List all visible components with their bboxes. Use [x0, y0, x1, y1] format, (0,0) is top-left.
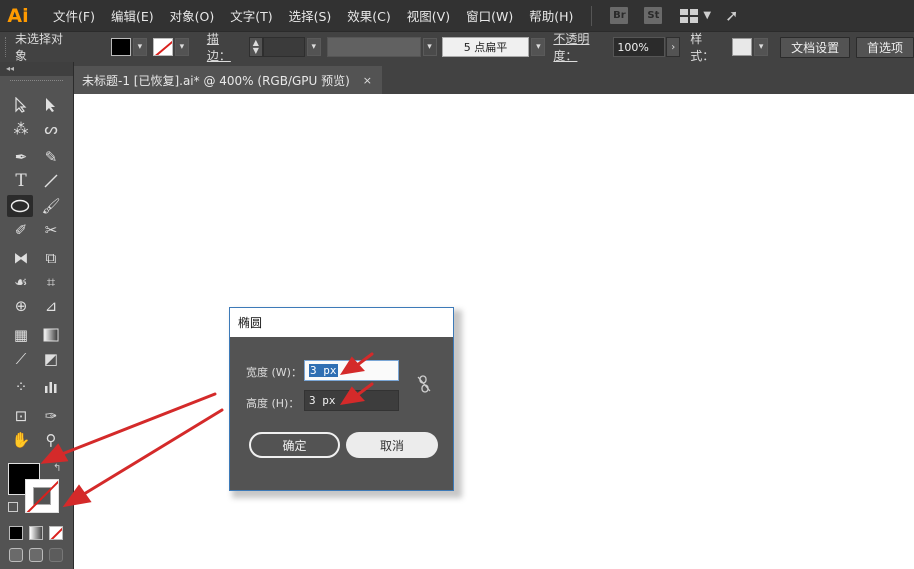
- draw-behind-icon[interactable]: [29, 548, 43, 562]
- stroke-color-swatch[interactable]: [152, 38, 173, 56]
- height-label: 高度 (H)：: [246, 397, 300, 410]
- default-colors-icon[interactable]: [8, 502, 18, 512]
- warp-tool-icon[interactable]: ☙: [8, 271, 34, 293]
- chevron-down-icon[interactable]: ▾: [754, 38, 769, 56]
- document-tab[interactable]: 未标题-1 [已恢复].ai* @ 400% (RGB/GPU 预览) ×: [74, 66, 382, 94]
- direct-selection-tool-icon[interactable]: [38, 94, 64, 116]
- curvature-tool-icon[interactable]: ✎: [38, 146, 64, 168]
- graphic-style-swatch[interactable]: [732, 38, 753, 56]
- document-tab-title: 未标题-1 [已恢复].ai* @ 400% (RGB/GPU 预览): [82, 73, 350, 88]
- constrain-link-icon[interactable]: [416, 374, 432, 394]
- menu-effect[interactable]: 效果(C): [339, 6, 398, 25]
- collapse-panel-icon[interactable]: ◂◂: [0, 62, 73, 76]
- scissors-icon[interactable]: ✂: [38, 219, 64, 241]
- color-mode-icon[interactable]: [9, 526, 23, 540]
- shaper-tool-icon[interactable]: ✐: [8, 219, 34, 241]
- line-tool-icon[interactable]: [38, 170, 64, 192]
- menu-select[interactable]: 选择(S): [281, 6, 340, 25]
- artboard-canvas[interactable]: [74, 94, 914, 569]
- stroke-weight-input[interactable]: [262, 37, 305, 57]
- stock-button[interactable]: St: [644, 7, 663, 24]
- ellipse-tool-icon[interactable]: [7, 195, 33, 217]
- menu-type[interactable]: 文字(T): [222, 6, 280, 25]
- menu-edit[interactable]: 编辑(E): [103, 6, 162, 25]
- menu-separator: [591, 5, 593, 26]
- menu-bar: Ai 文件(F) 编辑(E) 对象(O) 文字(T) 选择(S) 效果(C) 视…: [0, 0, 914, 31]
- fill-color-swatch[interactable]: [110, 38, 131, 56]
- brush-definition[interactable]: 5 点扁平: [441, 37, 530, 57]
- opacity-label[interactable]: 不透明度：: [553, 30, 613, 64]
- perspective-grid-icon[interactable]: ⊿: [38, 295, 64, 317]
- control-bar: 未选择对象 ▾ ▾ 描边： ▲ ▼ ▾ ▾ 5 点扁平 ▾ 不透明度： 100% …: [0, 30, 914, 64]
- menu-view[interactable]: 视图(V): [399, 6, 458, 25]
- cancel-button[interactable]: 取消: [346, 432, 438, 458]
- chevron-down-icon[interactable]: ▾: [306, 38, 321, 56]
- chevron-down-icon[interactable]: ▾: [174, 38, 189, 56]
- height-input[interactable]: 3 px: [304, 390, 399, 411]
- ok-button[interactable]: 确定: [249, 432, 340, 458]
- bridge-button[interactable]: Br: [610, 7, 629, 24]
- zoom-tool-icon[interactable]: ⚲: [38, 429, 64, 451]
- draw-normal-icon[interactable]: [9, 548, 23, 562]
- selection-status: 未选择对象: [15, 32, 64, 63]
- width-input[interactable]: 3 px: [304, 360, 399, 381]
- document-tab-bar: 未标题-1 [已恢复].ai* @ 400% (RGB/GPU 预览) ×: [74, 62, 914, 94]
- none-mode-icon[interactable]: [49, 526, 63, 540]
- dialog-title: 椭圆: [230, 308, 453, 337]
- chevron-down-icon[interactable]: ▼: [703, 10, 711, 21]
- column-graph-icon[interactable]: [38, 376, 64, 398]
- gradient-tool-icon[interactable]: [38, 324, 64, 346]
- swap-colors-icon[interactable]: ↰: [53, 463, 61, 474]
- chevron-down-icon[interactable]: ▾: [531, 38, 546, 56]
- chevron-down-icon[interactable]: ▾: [132, 38, 147, 56]
- eyedropper-icon[interactable]: ⟋: [8, 348, 34, 370]
- hand-tool-icon[interactable]: ✋: [8, 429, 34, 451]
- free-transform-icon[interactable]: ⌗: [38, 271, 64, 293]
- scale-tool-icon[interactable]: ⧉: [38, 247, 64, 269]
- stroke-color-box[interactable]: [25, 479, 59, 513]
- menu-items: 文件(F) 编辑(E) 对象(O) 文字(T) 选择(S) 效果(C) 视图(V…: [45, 6, 581, 25]
- pen-tool-icon[interactable]: ✒: [8, 146, 34, 168]
- artboard-tool-icon[interactable]: ⊡: [8, 405, 34, 427]
- tools-panel: ◂◂ ⁂ ᔕ ✒ ✎ T 🖌 ✐ ✂ ⧓ ⧉ ☙ ⌗ ⊕ ⊿ ▦ ⟋ ◩ ⁘ ⊡…: [0, 62, 74, 569]
- chevron-right-icon[interactable]: ›: [666, 37, 681, 57]
- preferences-button[interactable]: 首选项: [856, 36, 914, 58]
- panel-grip[interactable]: [10, 80, 63, 86]
- type-tool-icon[interactable]: T: [8, 170, 34, 192]
- close-icon[interactable]: ×: [363, 74, 372, 87]
- magic-wand-icon[interactable]: ⁂: [8, 118, 34, 140]
- workspace-layout-icon[interactable]: [680, 8, 699, 23]
- style-label: 样式：: [690, 32, 715, 63]
- rotate-tool-icon[interactable]: ⧓: [8, 247, 34, 269]
- menu-help[interactable]: 帮助(H): [521, 6, 581, 25]
- illustrator-logo: Ai: [7, 4, 29, 27]
- symbol-sprayer-icon[interactable]: ⁘: [8, 376, 34, 398]
- gradient-mode-icon[interactable]: [29, 526, 43, 540]
- stroke-label[interactable]: 描边：: [207, 30, 243, 64]
- draw-inside-icon[interactable]: [49, 548, 63, 562]
- slice-tool-icon[interactable]: ✑: [38, 405, 64, 427]
- mesh-tool-icon[interactable]: ▦: [8, 324, 34, 346]
- width-label: 宽度 (W)：: [246, 366, 302, 379]
- selection-tool-icon[interactable]: [8, 94, 34, 116]
- paintbrush-icon[interactable]: 🖌: [38, 195, 64, 217]
- blend-tool-icon[interactable]: ◩: [38, 348, 64, 370]
- chevron-down-icon[interactable]: ▾: [422, 38, 437, 56]
- rocket-icon[interactable]: ➚: [725, 6, 738, 25]
- opacity-input[interactable]: 100%: [613, 37, 666, 57]
- ellipse-dialog: 椭圆 宽度 (W)： 3 px 高度 (H)： 3 px 确定 取消: [229, 307, 454, 491]
- menu-object[interactable]: 对象(O): [162, 6, 223, 25]
- width-value: 3 px: [309, 364, 338, 377]
- shape-builder-icon[interactable]: ⊕: [8, 295, 34, 317]
- menu-file[interactable]: 文件(F): [45, 6, 103, 25]
- panel-grip[interactable]: [5, 37, 9, 57]
- lasso-icon[interactable]: ᔕ: [38, 118, 64, 140]
- stroke-weight-stepper[interactable]: ▲ ▼: [248, 37, 263, 57]
- variable-width-profile[interactable]: [326, 37, 421, 57]
- document-setup-button[interactable]: 文档设置: [780, 36, 851, 58]
- menu-window[interactable]: 窗口(W): [458, 6, 521, 25]
